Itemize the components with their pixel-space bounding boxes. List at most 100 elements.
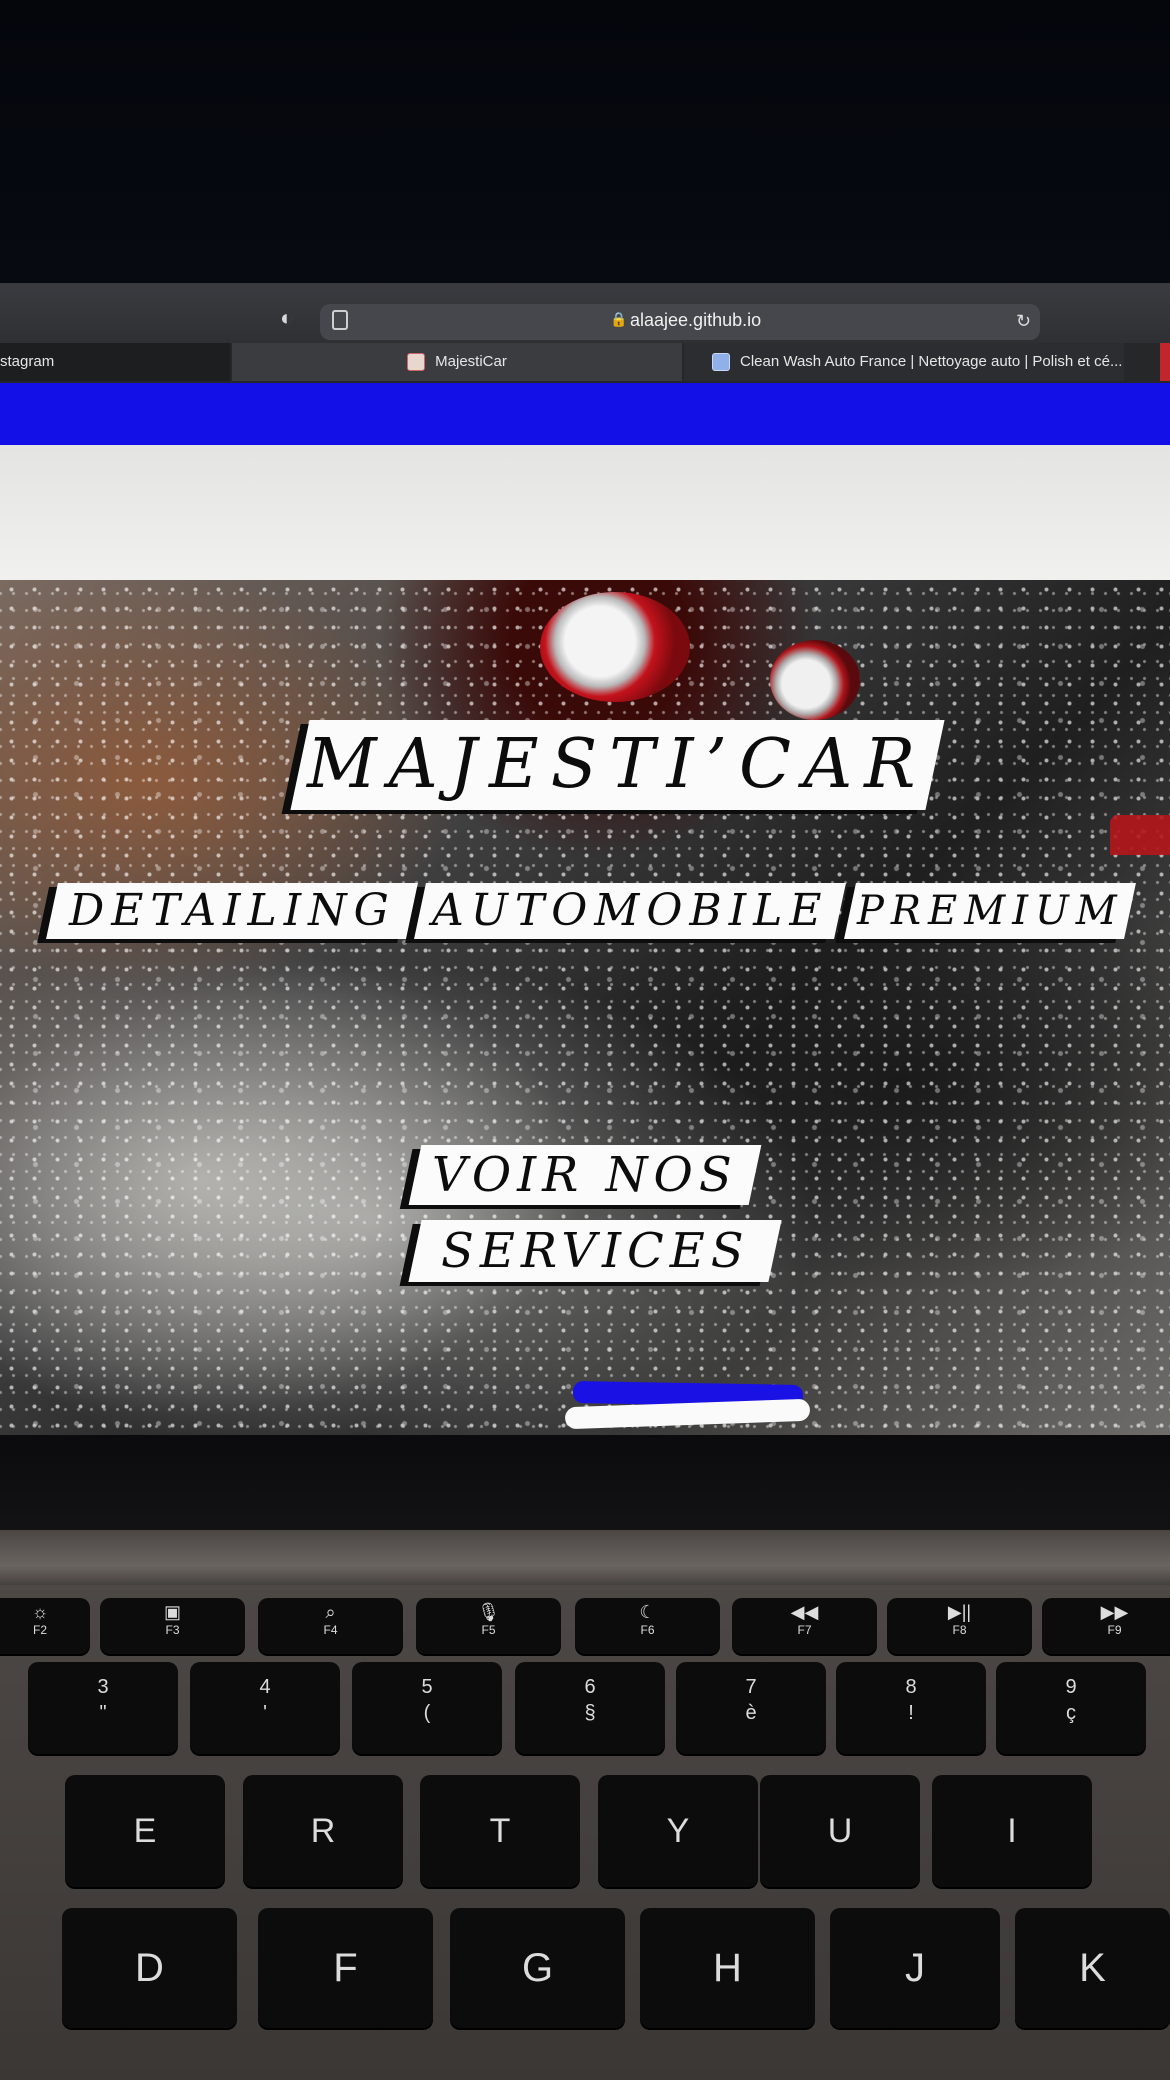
reader-mode-icon[interactable] [332,310,348,330]
hero-subtitle-automobile: AUTOMOBILE [414,883,846,939]
rewind-icon: ◀◀ [790,1602,819,1622]
key-k[interactable]: K [1015,1908,1170,2028]
key-letter: U [827,1812,853,1850]
key-label: F8 [952,1623,967,1637]
key-primary: 3 [97,1676,109,1698]
tab-label: MajestiCar [435,353,507,370]
key-4[interactable]: 4 ' [190,1662,340,1754]
do-not-disturb-icon: ☾ [639,1602,656,1622]
key-6[interactable]: 6 § [515,1662,665,1754]
lock-icon: 🔒 [610,311,628,327]
tab-label: Clean Wash Auto France | Nettoyage auto … [740,353,1123,370]
key-letter: R [310,1812,336,1850]
tab-label: stagram [0,353,55,370]
clean-wash-favicon-icon [712,353,730,372]
key-secondary: ç [1066,1702,1076,1724]
site-nav-bar [0,383,1170,445]
key-7[interactable]: 7è [676,1662,826,1754]
dictation-icon: 🎙 [477,1602,500,1622]
key-f5[interactable]: 🎙 F5 [416,1598,561,1654]
key-f9[interactable]: ▶▶ F9 [1042,1598,1170,1654]
key-u[interactable]: U [760,1775,920,1887]
key-label: F5 [481,1623,496,1637]
key-i[interactable]: I [932,1775,1092,1887]
key-label: F9 [1107,1623,1122,1637]
key-label: F6 [640,1623,655,1637]
car-taillight-left [540,592,690,702]
key-primary: 6 [584,1676,596,1698]
laptop-bezel [0,1435,1170,1535]
key-primary: 8 [905,1676,917,1698]
key-secondary: ' [263,1702,267,1724]
key-letter: G [521,1946,554,1990]
brightness-up-icon: ☼ [31,1602,49,1622]
key-f8[interactable]: ▶|| F8 [887,1598,1032,1654]
hero-subtitle-detailing: DETAILING [46,883,418,939]
key-primary: 7 [745,1676,757,1698]
redaction-scribble [564,1380,811,1431]
key-label: F3 [165,1623,180,1637]
key-primary: 5 [421,1676,433,1698]
spotlight-search-icon: ⌕ [325,1602,336,1622]
privacy-shield-icon[interactable]: ◐ [280,307,300,329]
key-secondary: è [745,1702,757,1724]
key-f[interactable]: F [258,1908,433,2028]
hero-title: MAJESTI’CAR [290,720,945,810]
key-letter: Y [666,1812,690,1850]
tab-instagram[interactable]: stagram [0,343,230,381]
key-f7[interactable]: ◀◀ F7 [732,1598,877,1654]
mission-control-icon: ▣ [163,1602,181,1622]
reload-icon[interactable]: ↻ [1016,312,1031,330]
key-letter: T [489,1812,511,1850]
key-primary: 4 [259,1676,271,1698]
laptop-hinge [0,1530,1170,1590]
key-secondary: ( [423,1702,431,1724]
key-5[interactable]: 5( [352,1662,502,1754]
key-secondary: ! [908,1702,914,1724]
key-label: F7 [797,1623,812,1637]
key-letter: K [1079,1946,1106,1990]
key-letter: E [133,1812,157,1850]
car-taillight-right [770,640,860,720]
key-primary: 9 [1065,1676,1077,1698]
red-light-corner [1110,815,1170,855]
tab-overflow[interactable] [1160,343,1170,381]
key-letter: J [905,1946,925,1990]
key-secondary: " [99,1702,107,1724]
key-secondary: § [584,1702,596,1724]
key-letter: D [135,1946,164,1990]
fast-forward-icon: ▶▶ [1100,1602,1129,1622]
key-e[interactable]: E [65,1775,225,1887]
hero-section: MAJESTI’CAR DETAILING AUTOMOBILE PREMIUM… [0,580,1170,1435]
url-text[interactable]: alaajee.github.io [630,310,761,331]
key-y[interactable]: Y [598,1775,758,1887]
play-pause-icon: ▶|| [947,1602,972,1622]
key-r[interactable]: R [243,1775,403,1887]
hero-subtitle-premium: PREMIUM [844,883,1136,939]
key-f3[interactable]: ▣ F3 [100,1598,245,1654]
key-t[interactable]: T [420,1775,580,1887]
dark-background [0,0,1170,290]
key-d[interactable]: D [62,1908,237,2028]
tab-clean-wash[interactable]: Clean Wash Auto France | Nettoyage auto … [684,343,1124,381]
tab-majesticar[interactable]: MajestiCar [232,343,682,381]
key-label: F4 [323,1623,338,1637]
services-button-line1[interactable]: VOIR NOS [408,1145,762,1205]
services-button-line2[interactable]: SERVICES [408,1220,782,1282]
key-9[interactable]: 9ç [996,1662,1146,1754]
key-letter: I [1007,1812,1017,1850]
key-8[interactable]: 8! [836,1662,986,1754]
key-h[interactable]: H [640,1908,815,2028]
water-spray-texture [0,580,1170,1435]
key-letter: F [333,1946,358,1990]
key-j[interactable]: J [830,1908,1000,2028]
key-f2[interactable]: ☼ F2 [0,1598,90,1654]
key-letter: H [713,1946,742,1990]
key-label: F2 [32,1623,47,1637]
majesticar-favicon-icon [407,353,426,372]
key-f4[interactable]: ⌕ F4 [258,1598,403,1654]
key-3[interactable]: 3 " [28,1662,178,1754]
site-header-band [0,445,1170,585]
key-f6[interactable]: ☾ F6 [575,1598,720,1654]
key-g[interactable]: G [450,1908,625,2028]
